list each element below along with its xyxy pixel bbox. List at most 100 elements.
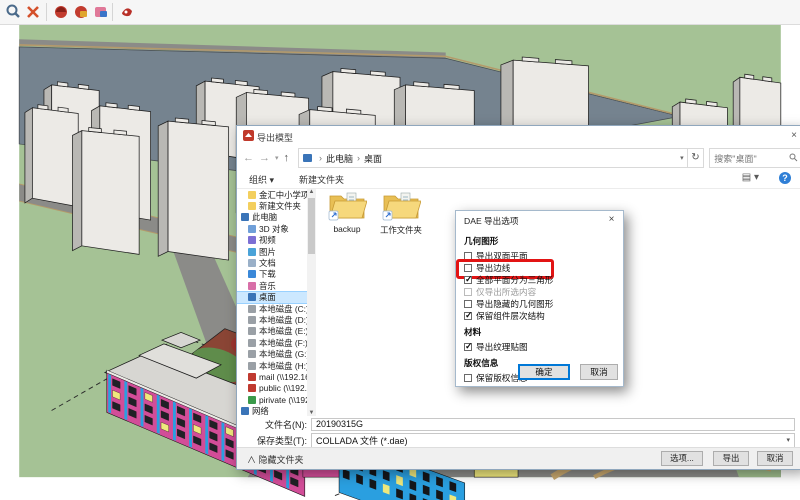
filename-input[interactable] [311,418,795,431]
plugin-red-3-icon[interactable] [118,3,136,21]
search-input[interactable]: 搜索"桌面" [709,148,800,168]
view-options-icon[interactable]: ▤ ▾ [742,172,759,183]
savetype-dropdown[interactable]: COLLADA 文件 (*.dae) ▾ [311,433,795,448]
checkbox-option[interactable]: 导出双面平面 [464,250,617,262]
disk-icon [248,362,256,370]
file-item-folder[interactable]: backup [321,189,373,234]
help-icon[interactable]: ? [779,172,791,184]
cancel-button[interactable]: 取消 [757,451,793,466]
dae-cancel-button[interactable]: 取消 [580,364,618,380]
scroll-up-icon[interactable]: ▲ [307,189,316,195]
sidebar-item-label: mail (\\192.168 [259,372,313,382]
sidebar-item-label: 本地磁盘 (C:) [259,303,309,315]
sidebar-item[interactable]: 此电脑 [237,212,313,223]
sidebar-item-label: 本地磁盘 (H:) [259,360,309,372]
address-bar[interactable]: › 此电脑 › 桌面 ▾ [298,148,688,168]
sidebar-scrollbar[interactable]: ▲ ▼ [307,189,316,416]
up-button[interactable]: ↑ [284,152,290,164]
checkbox-icon[interactable] [464,276,472,284]
sidebar-item[interactable]: 本地磁盘 (E:) [237,326,313,337]
ok-button[interactable]: 确定 [518,364,570,380]
music-icon [248,282,256,290]
sidebar-item[interactable]: 新建文件夹 [237,200,313,211]
breadcrumb-separator: › [319,153,322,163]
export-dialog-icon [243,130,254,141]
hide-folders-button[interactable]: ∧ 隐藏文件夹 [247,453,304,466]
new-folder-button[interactable]: 新建文件夹 [299,173,344,186]
checkbox-option[interactable]: 全部平面分为三角形 [464,274,617,286]
hide-folders-label: 隐藏文件夹 [259,455,304,465]
sidebar-item[interactable]: public (\\192.1 [237,383,313,394]
forward-button[interactable]: → [259,152,270,164]
sidebar-item[interactable]: 金汇中小学项目 [237,189,313,200]
checkbox-icon[interactable] [464,374,472,382]
sidebar-item[interactable]: 下载 [237,269,313,280]
documents-icon [248,259,256,267]
close-icon[interactable]: × [787,129,800,143]
address-caret-icon[interactable]: ▾ [680,154,684,162]
checkbox-icon[interactable] [464,252,472,260]
checkbox-label: 导出双面平面 [476,250,528,262]
disk-icon [248,350,256,358]
scrollbar-thumb[interactable] [308,198,315,254]
scroll-down-icon[interactable]: ▼ [307,410,316,416]
plugin-red-1-icon[interactable] [52,3,70,21]
section-header: 材料 [464,326,617,338]
sidebar-item-label: 图片 [259,246,276,258]
sidebar-item-label: 本地磁盘 (D:) [259,314,309,326]
sidebar-item[interactable]: pirivate (\\192 [237,394,313,405]
file-item-folder[interactable]: 工作文件夹 [375,189,427,236]
plugin-pink-icon[interactable] [92,3,110,21]
sidebar-item[interactable]: 音乐 [237,280,313,291]
checkbox-option[interactable]: 导出隐藏的几何图形 [464,298,617,310]
checkbox-icon[interactable] [464,343,472,351]
sidebar-item[interactable]: 本地磁盘 (F:) [237,337,313,348]
sidebar-item[interactable]: 文档 [237,257,313,268]
sidebar-item-label: 本地磁盘 (F:) [259,337,308,349]
export-button[interactable]: 导出 [713,451,749,466]
folder-icon [248,202,256,210]
sidebar-item[interactable]: mail (\\192.168 [237,371,313,382]
checkbox-icon[interactable] [464,312,472,320]
sidebar-item-label: 文档 [259,257,276,269]
sidebar-item-label: 视频 [259,234,276,246]
sidebar-item[interactable]: 本地磁盘 (H:) [237,360,313,371]
sidebar-item[interactable]: 本地磁盘 (D:) [237,314,313,325]
navigation-bar: ← → ▾ ↑ › 此电脑 › 桌面 ▾ ↻ 搜索"桌面" [237,146,800,170]
dialog-titlebar[interactable]: 导出模型 × [237,126,800,146]
breadcrumb-desktop[interactable]: 桌面 [364,152,382,165]
sidebar-item[interactable]: 网络 [237,405,313,416]
sidebar-item[interactable]: 3D 对象 [237,223,313,234]
command-bar: 组织 ▾ 新建文件夹 ▤ ▾ ? [237,170,800,189]
main-toolbar [0,0,800,25]
back-button[interactable]: ← [243,152,254,164]
options-button[interactable]: 选项... [661,451,703,466]
disk-icon [248,339,256,347]
folder-icon [381,189,421,221]
breadcrumb-this-pc[interactable]: 此电脑 [326,152,353,165]
network-icon [241,407,249,415]
scale-tool-icon[interactable] [24,3,42,21]
sidebar-item-label: 下载 [259,268,276,280]
organize-button[interactable]: 组织 ▾ [249,173,274,186]
app-window: 导出模型 × ← → ▾ ↑ › 此电脑 › 桌面 ▾ ↻ 搜索"桌面" [0,0,800,500]
sidebar-item[interactable]: 图片 [237,246,313,257]
refresh-icon[interactable]: ↻ [688,148,705,168]
history-caret-icon[interactable]: ▾ [275,154,279,162]
checkbox-option[interactable]: 导出边线 [464,262,617,274]
sidebar-item[interactable]: 本地磁盘 (G:) [237,348,313,359]
sidebar-item[interactable]: 桌面 [237,292,313,303]
close-icon[interactable]: × [605,213,618,226]
checkbox-icon[interactable] [464,300,472,308]
search-placeholder: 搜索"桌面" [714,152,756,165]
chevron-down-icon: ▾ [786,436,790,444]
sidebar-item-label: 音乐 [259,280,276,292]
checkbox-option[interactable]: 导出纹理贴图 [464,341,617,353]
sidebar-item[interactable]: 视频 [237,235,313,246]
sidebar-item[interactable]: 本地磁盘 (C:) [237,303,313,314]
plugin-red-2-icon[interactable] [72,3,90,21]
zoom-tool-icon[interactable] [4,3,22,21]
dae-titlebar[interactable]: DAE 导出选项 × [456,211,623,229]
checkbox-option[interactable]: 保留组件层次结构 [464,310,617,322]
checkbox-icon[interactable] [464,264,472,272]
